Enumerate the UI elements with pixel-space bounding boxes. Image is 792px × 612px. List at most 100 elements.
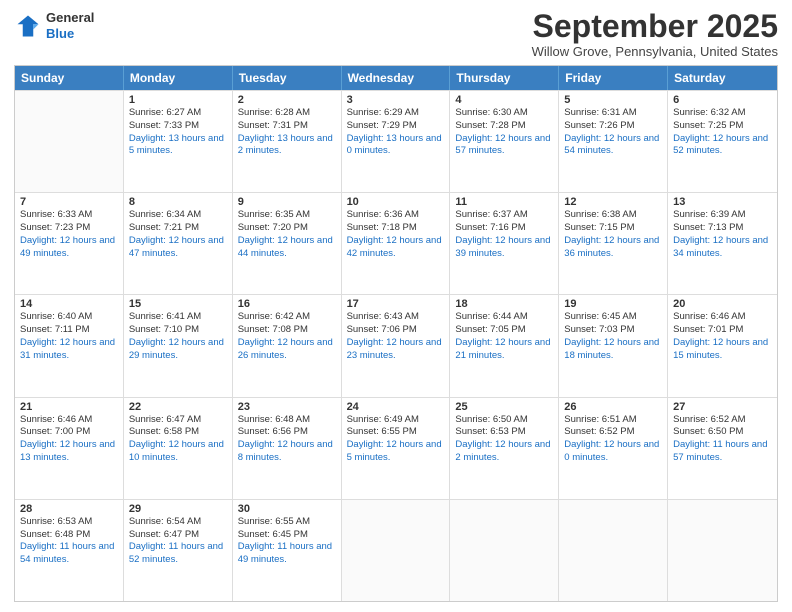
- header-day-friday: Friday: [559, 66, 668, 90]
- sunrise-text: Sunrise: 6:27 AM: [129, 107, 201, 118]
- calendar-cell: 29Sunrise: 6:54 AMSunset: 6:47 PMDayligh…: [124, 500, 233, 601]
- daylight-text: Daylight: 12 hours and 44 minutes.: [238, 235, 333, 259]
- cell-info: Sunrise: 6:41 AMSunset: 7:10 PMDaylight:…: [129, 311, 227, 362]
- cell-info: Sunrise: 6:38 AMSunset: 7:15 PMDaylight:…: [564, 209, 662, 260]
- calendar-cell: 14Sunrise: 6:40 AMSunset: 7:11 PMDayligh…: [15, 295, 124, 396]
- calendar-body: 1Sunrise: 6:27 AMSunset: 7:33 PMDaylight…: [15, 90, 777, 601]
- sunrise-text: Sunrise: 6:43 AM: [347, 311, 419, 322]
- day-number: 17: [347, 298, 445, 310]
- sunrise-text: Sunrise: 6:46 AM: [673, 311, 745, 322]
- sunrise-text: Sunrise: 6:35 AM: [238, 209, 310, 220]
- sunrise-text: Sunrise: 6:39 AM: [673, 209, 745, 220]
- sunset-text: Sunset: 7:08 PM: [238, 324, 308, 335]
- daylight-text: Daylight: 11 hours and 57 minutes.: [673, 439, 767, 463]
- calendar-row-4: 28Sunrise: 6:53 AMSunset: 6:48 PMDayligh…: [15, 499, 777, 601]
- calendar-cell: 3Sunrise: 6:29 AMSunset: 7:29 PMDaylight…: [342, 91, 451, 192]
- calendar-cell: 4Sunrise: 6:30 AMSunset: 7:28 PMDaylight…: [450, 91, 559, 192]
- calendar-cell: 17Sunrise: 6:43 AMSunset: 7:06 PMDayligh…: [342, 295, 451, 396]
- day-number: 6: [673, 94, 772, 106]
- calendar-cell: 30Sunrise: 6:55 AMSunset: 6:45 PMDayligh…: [233, 500, 342, 601]
- calendar-cell: 7Sunrise: 6:33 AMSunset: 7:23 PMDaylight…: [15, 193, 124, 294]
- cell-info: Sunrise: 6:47 AMSunset: 6:58 PMDaylight:…: [129, 414, 227, 465]
- calendar-cell: 26Sunrise: 6:51 AMSunset: 6:52 PMDayligh…: [559, 398, 668, 499]
- calendar-cell: 16Sunrise: 6:42 AMSunset: 7:08 PMDayligh…: [233, 295, 342, 396]
- cell-info: Sunrise: 6:45 AMSunset: 7:03 PMDaylight:…: [564, 311, 662, 362]
- calendar-cell: 9Sunrise: 6:35 AMSunset: 7:20 PMDaylight…: [233, 193, 342, 294]
- day-number: 30: [238, 503, 336, 515]
- sunrise-text: Sunrise: 6:50 AM: [455, 414, 527, 425]
- day-number: 1: [129, 94, 227, 106]
- sunrise-text: Sunrise: 6:32 AM: [673, 107, 745, 118]
- daylight-text: Daylight: 12 hours and 10 minutes.: [129, 439, 224, 463]
- calendar-cell: [668, 500, 777, 601]
- title-area: September 2025 Willow Grove, Pennsylvani…: [532, 10, 778, 59]
- sunrise-text: Sunrise: 6:51 AM: [564, 414, 636, 425]
- sunset-text: Sunset: 6:47 PM: [129, 529, 199, 540]
- daylight-text: Daylight: 12 hours and 26 minutes.: [238, 337, 333, 361]
- calendar-cell: 15Sunrise: 6:41 AMSunset: 7:10 PMDayligh…: [124, 295, 233, 396]
- header-day-thursday: Thursday: [450, 66, 559, 90]
- daylight-text: Daylight: 12 hours and 8 minutes.: [238, 439, 333, 463]
- cell-info: Sunrise: 6:52 AMSunset: 6:50 PMDaylight:…: [673, 414, 772, 465]
- calendar-cell: [559, 500, 668, 601]
- daylight-text: Daylight: 13 hours and 0 minutes.: [347, 133, 442, 157]
- day-number: 26: [564, 401, 662, 413]
- daylight-text: Daylight: 12 hours and 31 minutes.: [20, 337, 115, 361]
- sunset-text: Sunset: 7:18 PM: [347, 222, 417, 233]
- sunset-text: Sunset: 7:26 PM: [564, 120, 634, 131]
- sunset-text: Sunset: 7:06 PM: [347, 324, 417, 335]
- logo: General Blue: [14, 10, 94, 41]
- logo-blue: Blue: [46, 26, 94, 42]
- calendar-cell: 27Sunrise: 6:52 AMSunset: 6:50 PMDayligh…: [668, 398, 777, 499]
- daylight-text: Daylight: 12 hours and 13 minutes.: [20, 439, 115, 463]
- day-number: 5: [564, 94, 662, 106]
- calendar-row-3: 21Sunrise: 6:46 AMSunset: 7:00 PMDayligh…: [15, 397, 777, 499]
- cell-info: Sunrise: 6:51 AMSunset: 6:52 PMDaylight:…: [564, 414, 662, 465]
- sunrise-text: Sunrise: 6:44 AM: [455, 311, 527, 322]
- daylight-text: Daylight: 12 hours and 2 minutes.: [455, 439, 550, 463]
- sunset-text: Sunset: 7:00 PM: [20, 426, 90, 437]
- sunrise-text: Sunrise: 6:29 AM: [347, 107, 419, 118]
- daylight-text: Daylight: 12 hours and 57 minutes.: [455, 133, 550, 157]
- daylight-text: Daylight: 11 hours and 52 minutes.: [129, 541, 223, 565]
- day-number: 18: [455, 298, 553, 310]
- daylight-text: Daylight: 12 hours and 0 minutes.: [564, 439, 659, 463]
- day-number: 7: [20, 196, 118, 208]
- day-number: 19: [564, 298, 662, 310]
- logo-general: General: [46, 10, 94, 26]
- cell-info: Sunrise: 6:55 AMSunset: 6:45 PMDaylight:…: [238, 516, 336, 567]
- daylight-text: Daylight: 13 hours and 2 minutes.: [238, 133, 333, 157]
- calendar-cell: 24Sunrise: 6:49 AMSunset: 6:55 PMDayligh…: [342, 398, 451, 499]
- cell-info: Sunrise: 6:37 AMSunset: 7:16 PMDaylight:…: [455, 209, 553, 260]
- cell-info: Sunrise: 6:34 AMSunset: 7:21 PMDaylight:…: [129, 209, 227, 260]
- day-number: 22: [129, 401, 227, 413]
- calendar-cell: 10Sunrise: 6:36 AMSunset: 7:18 PMDayligh…: [342, 193, 451, 294]
- sunset-text: Sunset: 7:31 PM: [238, 120, 308, 131]
- day-number: 24: [347, 401, 445, 413]
- sunset-text: Sunset: 6:48 PM: [20, 529, 90, 540]
- day-number: 27: [673, 401, 772, 413]
- calendar-cell: 22Sunrise: 6:47 AMSunset: 6:58 PMDayligh…: [124, 398, 233, 499]
- cell-info: Sunrise: 6:27 AMSunset: 7:33 PMDaylight:…: [129, 107, 227, 158]
- cell-info: Sunrise: 6:49 AMSunset: 6:55 PMDaylight:…: [347, 414, 445, 465]
- day-number: 13: [673, 196, 772, 208]
- day-number: 21: [20, 401, 118, 413]
- calendar-cell: 13Sunrise: 6:39 AMSunset: 7:13 PMDayligh…: [668, 193, 777, 294]
- header: General Blue September 2025 Willow Grove…: [14, 10, 778, 59]
- sunset-text: Sunset: 6:55 PM: [347, 426, 417, 437]
- sunrise-text: Sunrise: 6:33 AM: [20, 209, 92, 220]
- cell-info: Sunrise: 6:42 AMSunset: 7:08 PMDaylight:…: [238, 311, 336, 362]
- daylight-text: Daylight: 12 hours and 52 minutes.: [673, 133, 768, 157]
- calendar-cell: 6Sunrise: 6:32 AMSunset: 7:25 PMDaylight…: [668, 91, 777, 192]
- cell-info: Sunrise: 6:32 AMSunset: 7:25 PMDaylight:…: [673, 107, 772, 158]
- day-number: 15: [129, 298, 227, 310]
- day-number: 29: [129, 503, 227, 515]
- daylight-text: Daylight: 12 hours and 49 minutes.: [20, 235, 115, 259]
- cell-info: Sunrise: 6:44 AMSunset: 7:05 PMDaylight:…: [455, 311, 553, 362]
- header-day-sunday: Sunday: [15, 66, 124, 90]
- sunrise-text: Sunrise: 6:41 AM: [129, 311, 201, 322]
- sunrise-text: Sunrise: 6:45 AM: [564, 311, 636, 322]
- day-number: 20: [673, 298, 772, 310]
- cell-info: Sunrise: 6:29 AMSunset: 7:29 PMDaylight:…: [347, 107, 445, 158]
- calendar-cell: 1Sunrise: 6:27 AMSunset: 7:33 PMDaylight…: [124, 91, 233, 192]
